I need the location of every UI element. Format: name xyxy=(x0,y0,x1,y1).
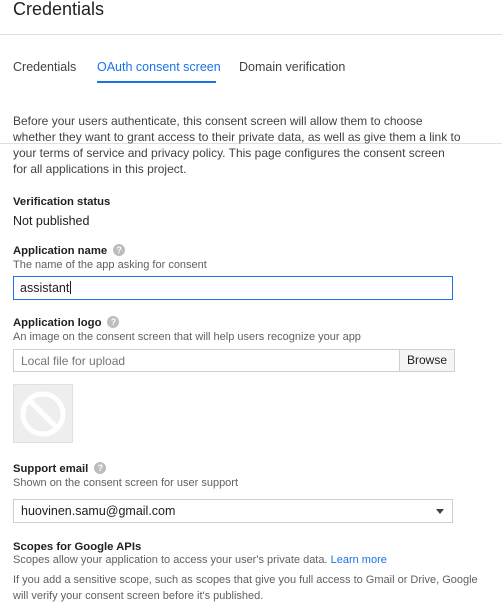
scopes-label: Scopes for Google APIs xyxy=(13,541,142,553)
support-email-value: huovinen.samu@gmail.com xyxy=(21,504,176,518)
verification-status-value: Not published xyxy=(13,214,90,228)
logo-file-input[interactable]: Local file for upload xyxy=(13,349,400,372)
application-logo-label-text: Application logo xyxy=(13,317,102,329)
application-logo-hint: An image on the consent screen that will… xyxy=(13,331,361,343)
help-icon[interactable]: ? xyxy=(107,316,120,329)
help-icon[interactable]: ? xyxy=(113,244,126,257)
application-name-hint: The name of the app asking for consent xyxy=(13,259,207,271)
tab-credentials[interactable]: Credentials xyxy=(13,60,76,74)
chevron-down-icon xyxy=(436,509,444,514)
application-name-label-text: Application name xyxy=(13,245,108,257)
support-email-hint: Shown on the consent screen for user sup… xyxy=(13,477,239,489)
tab-bar: Credentials OAuth consent screen Domain … xyxy=(0,60,502,144)
page-title: Credentials xyxy=(13,0,105,19)
application-logo-label: Application logo? xyxy=(13,316,120,329)
support-email-label-text: Support email xyxy=(13,463,89,475)
active-tab-indicator xyxy=(97,81,216,83)
no-image-icon xyxy=(20,391,66,437)
application-name-input[interactable]: assistant xyxy=(13,276,453,300)
tab-oauth-consent-screen[interactable]: OAuth consent screen xyxy=(97,60,221,74)
learn-more-link[interactable]: Learn more xyxy=(331,554,387,566)
tab-domain-verification[interactable]: Domain verification xyxy=(239,60,345,74)
scopes-description-text: Scopes allow your application to access … xyxy=(13,554,328,566)
browse-button[interactable]: Browse xyxy=(399,349,455,372)
help-icon[interactable]: ? xyxy=(94,462,107,475)
text-caret xyxy=(70,281,72,294)
logo-preview xyxy=(13,384,73,443)
verification-status-label: Verification status xyxy=(13,196,111,208)
title-divider xyxy=(0,34,502,35)
intro-text: Before your users authenticate, this con… xyxy=(13,114,461,176)
support-email-select[interactable]: huovinen.samu@gmail.com xyxy=(13,499,453,523)
consent-screen-page: Credentials Credentials OAuth consent sc… xyxy=(0,0,502,605)
support-email-label: Support email? xyxy=(13,462,107,475)
application-name-value: assistant xyxy=(20,281,70,295)
application-name-label: Application name? xyxy=(13,244,126,257)
scopes-description: Scopes allow your application to access … xyxy=(13,554,387,566)
sensitive-scope-note: If you add a sensitive scope, such as sc… xyxy=(13,574,478,602)
